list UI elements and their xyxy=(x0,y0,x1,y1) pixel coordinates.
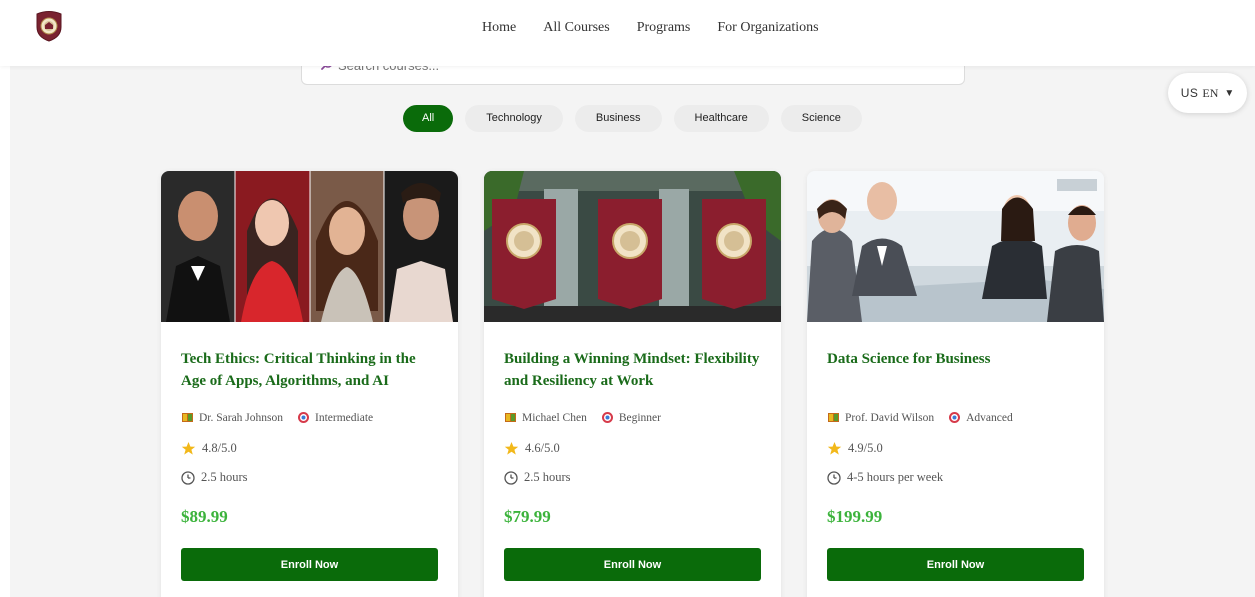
course-image-portraits[interactable] xyxy=(161,171,458,322)
nav-for-organizations[interactable]: For Organizations xyxy=(717,18,818,38)
course-level: Advanced xyxy=(966,411,1013,424)
course-meta: Prof. David Wilson Advanced xyxy=(827,411,1013,424)
enroll-now-button[interactable]: Enroll Now xyxy=(504,548,761,581)
filter-healthcare[interactable]: Healthcare xyxy=(673,105,769,132)
course-meta: Michael Chen Beginner xyxy=(504,411,661,424)
level-target-icon xyxy=(949,412,961,423)
enroll-now-button[interactable]: Enroll Now xyxy=(827,548,1084,581)
nav-all-courses[interactable]: All Courses xyxy=(543,18,610,38)
instructor-icon xyxy=(505,413,516,422)
nav-home[interactable]: Home xyxy=(482,18,516,38)
duration-value: 2.5 hours xyxy=(201,470,248,484)
course-level: Beginner xyxy=(618,411,661,424)
rating-value: 4.8/5.0 xyxy=(202,441,237,455)
course-rating: 4.6/5.0 xyxy=(504,441,560,456)
page-edge xyxy=(0,0,10,597)
filter-business[interactable]: Business xyxy=(574,105,662,132)
course-list: Tech Ethics: Critical Thinking in the Ag… xyxy=(161,171,1104,597)
course-duration: 2.5 hours xyxy=(504,470,571,485)
course-card[interactable]: Tech Ethics: Critical Thinking in the Ag… xyxy=(161,171,458,597)
course-price: $199.99 xyxy=(827,507,883,526)
university-seal-logo[interactable] xyxy=(34,10,64,42)
star-icon xyxy=(181,442,196,455)
chevron-down-icon: ▼ xyxy=(1224,87,1235,99)
main-navigation: Home All Courses Programs For Organizati… xyxy=(482,18,846,38)
filter-all[interactable]: All xyxy=(403,105,454,132)
star-icon xyxy=(827,442,842,455)
star-icon xyxy=(504,442,519,455)
language-code: EN xyxy=(1202,85,1219,100)
course-card[interactable]: Data Science for Business Prof. David Wi… xyxy=(807,171,1104,597)
language-selector[interactable]: US EN ▼ xyxy=(1168,73,1247,113)
course-title[interactable]: Building a Winning Mindset: Flexibility … xyxy=(504,348,766,392)
clock-icon xyxy=(504,470,518,485)
nav-programs[interactable]: Programs xyxy=(637,18,691,38)
category-filters: All Technology Business Healthcare Scien… xyxy=(403,105,862,132)
level-target-icon xyxy=(601,412,613,423)
course-level: Intermediate xyxy=(315,411,374,424)
course-price: $89.99 xyxy=(181,507,228,526)
enroll-now-button[interactable]: Enroll Now xyxy=(181,548,438,581)
instructor-name: Dr. Sarah Johnson xyxy=(199,411,284,424)
course-title[interactable]: Data Science for Business xyxy=(827,348,1089,370)
course-price: $79.99 xyxy=(504,507,551,526)
instructor-icon xyxy=(182,413,193,422)
instructor-name: Michael Chen xyxy=(522,411,587,424)
course-image-banners[interactable] xyxy=(484,171,781,322)
course-rating: 4.8/5.0 xyxy=(181,441,237,456)
filter-technology[interactable]: Technology xyxy=(465,105,563,132)
course-image-meeting[interactable] xyxy=(807,171,1104,322)
instructor-icon xyxy=(828,413,839,422)
clock-icon xyxy=(181,470,195,485)
top-navbar: Home All Courses Programs For Organizati… xyxy=(0,0,1255,66)
us-flag-icon: US xyxy=(1180,86,1199,100)
instructor-name: Prof. David Wilson xyxy=(845,411,935,424)
rating-value: 4.6/5.0 xyxy=(525,441,560,455)
duration-value: 2.5 hours xyxy=(524,470,571,484)
filter-science[interactable]: Science xyxy=(780,105,862,132)
course-card[interactable]: Building a Winning Mindset: Flexibility … xyxy=(484,171,781,597)
course-duration: 2.5 hours xyxy=(181,470,248,485)
course-rating: 4.9/5.0 xyxy=(827,441,883,456)
course-duration: 4-5 hours per week xyxy=(827,470,943,485)
rating-value: 4.9/5.0 xyxy=(848,441,883,455)
course-meta: Dr. Sarah Johnson Intermediate xyxy=(181,411,373,424)
clock-icon xyxy=(827,470,841,485)
level-target-icon xyxy=(298,412,310,423)
duration-value: 4-5 hours per week xyxy=(847,470,944,484)
course-title[interactable]: Tech Ethics: Critical Thinking in the Ag… xyxy=(181,348,443,392)
